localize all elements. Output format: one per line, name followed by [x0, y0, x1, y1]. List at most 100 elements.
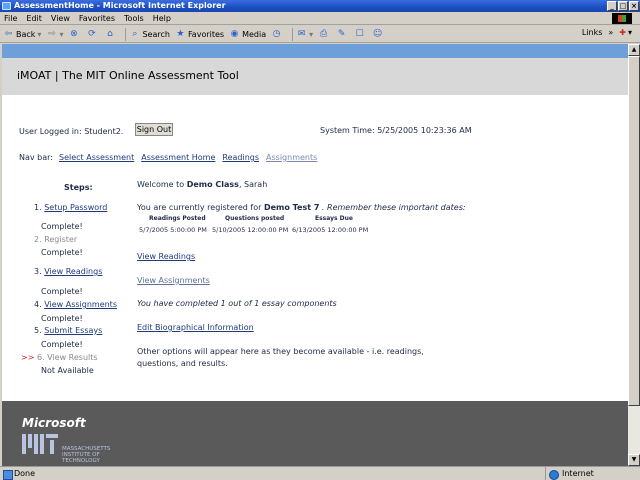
top-color-strip	[2, 44, 628, 58]
menu-bar: File Edit View Favorites Tools Help	[0, 12, 640, 25]
toolbar-divider	[125, 27, 127, 41]
snapshot-icon[interactable]: ✚	[619, 28, 626, 37]
nav-readings[interactable]: Readings	[222, 153, 259, 162]
step-2-status: Complete!	[41, 248, 83, 257]
welcome-text: Welcome to Demo Class, Sarah	[137, 180, 268, 189]
home-icon: ⌂	[107, 28, 113, 39]
submit-essays-step-link[interactable]: Submit Essays	[44, 326, 102, 335]
mit-wordmark: MASSACHUSETTS INSTITUTE OF TECHNOLOGY	[62, 446, 111, 464]
setup-password-link[interactable]: Setup Password	[44, 203, 107, 212]
step-6-status: Not Available	[41, 366, 94, 375]
step-5-status: Complete!	[41, 340, 83, 349]
view-assignments-step-link[interactable]: View Assignments	[44, 300, 117, 309]
forward-button[interactable]: ⇨ ▾	[46, 29, 63, 40]
chevron-right-icon[interactable]: »	[608, 28, 613, 37]
edit-button[interactable]: ✎	[336, 29, 349, 40]
scroll-down-button[interactable]: ▼	[628, 454, 640, 466]
close-button[interactable]: ×	[629, 1, 639, 11]
window-title-bar: AssessmentHome - Microsoft Internet Expl…	[0, 0, 640, 12]
edit-bio-link[interactable]: Edit Biographical Information	[137, 323, 254, 332]
step-6: >> 6. View Results	[21, 353, 98, 362]
status-text: Done	[0, 469, 545, 480]
microsoft-logo: Microsoft	[22, 416, 86, 430]
dates-value-essays: 6/13/2005 12:00:00 PM	[292, 226, 369, 234]
security-zone: Internet	[545, 466, 640, 480]
page-content: iMOAT | The MIT Online Assessment Tool U…	[2, 44, 628, 466]
class-name: Demo Class	[186, 180, 239, 189]
dates-header-questions: Questions posted	[225, 215, 285, 222]
current-step-marker: >>	[21, 353, 35, 362]
messenger-icon: ☺	[372, 28, 383, 39]
view-assignments-link[interactable]: View Assignments	[137, 276, 210, 285]
view-readings-link[interactable]: View Readings	[137, 252, 195, 261]
step-2: 2. Register	[34, 235, 78, 244]
dates-header-essays: Essays Due	[315, 215, 353, 222]
chevron-down-icon[interactable]: ▾	[59, 30, 63, 39]
back-button[interactable]: ⇦ Back ▾	[3, 29, 42, 40]
refresh-button[interactable]: ⟳	[86, 29, 99, 40]
completion-note: You have completed 1 out of 1 essay comp…	[137, 299, 337, 308]
other-options-line-1: Other options will appear here as they b…	[137, 347, 424, 356]
sign-out-button[interactable]: Sign Out	[135, 123, 173, 136]
mail-button[interactable]: ✉ ▾	[296, 29, 313, 40]
stop-icon: ⊗	[70, 28, 78, 39]
stop-button[interactable]: ⊗	[68, 29, 81, 40]
favorites-button[interactable]: ★ Favorites	[175, 29, 224, 40]
vertical-scrollbar[interactable]: ▲ ▼	[628, 44, 640, 466]
dates-header-readings: Readings Posted	[149, 215, 206, 222]
menu-favorites[interactable]: Favorites	[79, 14, 115, 23]
mit-logo-icon	[22, 434, 58, 454]
step-1: 1. Setup Password	[34, 203, 108, 212]
scroll-up-button[interactable]: ▲	[628, 44, 640, 56]
nav-bar: Nav bar: Select Assessment Assessment Ho…	[19, 153, 324, 162]
maximize-button[interactable]: □	[618, 1, 628, 11]
history-icon: ◷	[272, 28, 281, 39]
dates-value-readings: 5/7/2005 5:00:00 PM	[139, 226, 207, 234]
menu-tools[interactable]: Tools	[124, 14, 144, 23]
edit-page-icon: ✎	[337, 28, 346, 39]
step-5: 5. Submit Essays	[34, 326, 103, 335]
messenger-button[interactable]: ☺	[372, 29, 385, 40]
registered-text: You are currently registered for Demo Te…	[137, 203, 466, 212]
ie-icon	[2, 2, 11, 10]
minimize-button[interactable]: _	[607, 1, 617, 11]
chevron-down-icon[interactable]: ▾	[37, 30, 41, 39]
chevron-down-icon[interactable]: ▾	[309, 30, 313, 39]
nav-assessment-home[interactable]: Assessment Home	[141, 153, 215, 162]
nav-bar-label: Nav bar:	[19, 153, 53, 162]
home-button[interactable]: ⌂	[104, 29, 117, 40]
toolbar-divider	[292, 27, 294, 41]
page-footer: Microsoft MASSACHUSETTS INSTITUTE OF TEC…	[2, 401, 628, 466]
favorites-icon: ★	[176, 28, 185, 39]
step-1-status: Complete!	[41, 222, 83, 231]
step-4-status: Complete!	[41, 314, 83, 323]
menu-help[interactable]: Help	[153, 14, 171, 23]
discuss-button[interactable]: ☐	[354, 29, 367, 40]
chevron-down-icon[interactable]: ▾	[628, 28, 632, 37]
browser-toolbar: ⇦ Back ▾ ⇨ ▾ ⊗ ⟳ ⌂ ⌕ Search ★ Favorites …	[0, 26, 640, 43]
nav-select-assessment[interactable]: Select Assessment	[59, 153, 134, 162]
other-options-line-2: questions, and results.	[137, 359, 228, 368]
print-button[interactable]: ⎙	[318, 29, 331, 40]
history-button[interactable]: ◷	[271, 29, 284, 40]
status-bar: Done Internet	[0, 466, 640, 480]
steps-title: Steps:	[64, 183, 93, 192]
search-button[interactable]: ⌕ Search	[129, 28, 170, 40]
menu-view[interactable]: View	[51, 14, 70, 23]
media-button[interactable]: ◉ Media	[229, 29, 266, 40]
windows-logo-icon	[612, 13, 632, 24]
menu-file[interactable]: File	[4, 14, 17, 23]
step-3: 3. View Readings	[34, 267, 103, 276]
scroll-thumb[interactable]	[628, 56, 640, 406]
register-label: Register	[44, 235, 78, 244]
links-bar[interactable]: Links » ✚ ▾	[582, 28, 632, 37]
discuss-icon: ☐	[355, 28, 364, 39]
nav-assignments[interactable]: Assignments	[266, 153, 317, 162]
view-results-label: View Results	[47, 353, 98, 362]
menu-edit[interactable]: Edit	[26, 14, 42, 23]
dates-value-questions: 5/10/2005 12:00:00 PM	[212, 226, 289, 234]
forward-arrow-icon: ⇨	[48, 28, 56, 39]
search-icon: ⌕	[132, 28, 138, 39]
view-readings-step-link[interactable]: View Readings	[44, 267, 102, 276]
media-icon: ◉	[230, 28, 239, 39]
